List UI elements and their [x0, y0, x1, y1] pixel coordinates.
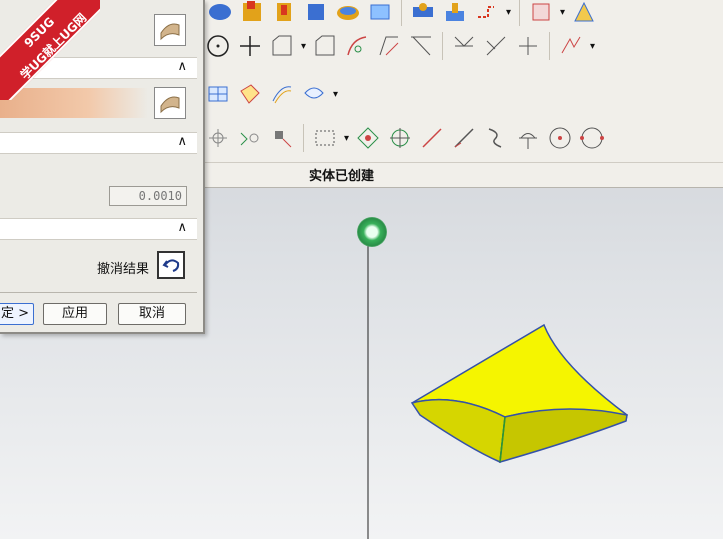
pattern-icon[interactable] [408, 0, 438, 27]
undo-result-label: 撤消结果 [97, 262, 150, 277]
selection-box-icon[interactable] [310, 123, 340, 153]
tangent-icon[interactable] [513, 123, 543, 153]
status-bar: 实体已创建 [203, 162, 723, 187]
chevron-down-icon[interactable]: ▾ [344, 133, 349, 144]
datum-icon[interactable] [440, 0, 470, 27]
chevron-down-icon[interactable]: ▾ [506, 7, 511, 18]
toolbar-row-surface: ▾ [203, 74, 340, 114]
section-header-3[interactable]: ∧ [0, 218, 197, 240]
extend-icon[interactable] [374, 31, 404, 61]
line-icon[interactable] [417, 123, 447, 153]
mirror-icon[interactable] [513, 31, 543, 61]
point-icon[interactable] [235, 31, 265, 61]
rotate-handle[interactable] [357, 217, 387, 247]
face-select-button-2[interactable] [154, 87, 186, 119]
cancel-button[interactable]: 取消 [118, 303, 186, 325]
circle-points-icon[interactable] [577, 123, 607, 153]
circle-center-icon[interactable] [545, 123, 575, 153]
snap-grid-icon[interactable] [267, 123, 297, 153]
chevron-up-icon[interactable]: ∧ [177, 134, 187, 149]
toolbar-area: ▾ ▾ ▾ ▾ ▾ ▾ [203, 0, 723, 188]
toolbar-row-curve: ▾ [203, 118, 607, 158]
corner-icon[interactable] [406, 31, 436, 61]
offset-icon[interactable] [472, 0, 502, 27]
point-constructor-icon[interactable] [385, 123, 415, 153]
tolerance-input[interactable]: 0.0010 [109, 186, 187, 206]
solid-body[interactable] [410, 323, 628, 464]
block-icon[interactable] [237, 0, 267, 27]
status-message: 实体已创建 [309, 169, 375, 184]
cylinder-icon[interactable] [269, 0, 299, 27]
through-curves-icon[interactable] [299, 79, 329, 109]
point-set-icon[interactable] [353, 123, 383, 153]
trim-icon[interactable] [342, 31, 372, 61]
view-orient-icon[interactable] [526, 0, 556, 27]
feature-dialog: ∧ ∧ 0.0010 ∧ 撤消结果 定 > 应用 取消 9SUG 学UG就上UG… [0, 0, 205, 334]
quick-trim-icon[interactable] [556, 31, 586, 61]
apply-button[interactable]: 应用 [43, 303, 107, 325]
fillet-icon[interactable] [267, 31, 297, 61]
line-angle-icon[interactable] [449, 123, 479, 153]
snap-point-icon[interactable] [203, 123, 233, 153]
section-header-2[interactable]: ∧ [0, 132, 197, 154]
arc-icon[interactable] [481, 123, 511, 153]
swept-surface-icon[interactable] [235, 79, 265, 109]
toolbar-row-sketch: ▾ ▾ [203, 26, 597, 66]
constraint-icon[interactable] [481, 31, 511, 61]
chevron-down-icon[interactable]: ▾ [301, 41, 306, 52]
circle-icon[interactable] [203, 31, 233, 61]
chevron-down-icon[interactable]: ▾ [590, 41, 595, 52]
render-style-icon[interactable] [569, 0, 599, 27]
torus-icon[interactable] [333, 0, 363, 27]
ok-button[interactable]: 定 > [0, 303, 34, 325]
ruled-surface-icon[interactable] [267, 79, 297, 109]
chevron-up-icon[interactable]: ∧ [177, 220, 187, 235]
chevron-up-icon[interactable]: ∧ [177, 59, 187, 74]
undo-result-button[interactable] [157, 251, 185, 279]
watermark-badge: 9SUG 学UG就上UG网 [0, 0, 100, 100]
dimension-icon[interactable] [449, 31, 479, 61]
chevron-down-icon[interactable]: ▾ [560, 7, 565, 18]
blend-icon[interactable] [365, 0, 395, 27]
chevron-down-icon[interactable]: ▾ [333, 89, 338, 100]
chamfer-icon[interactable] [310, 31, 340, 61]
snap-control-icon[interactable] [235, 123, 265, 153]
undo-icon [162, 259, 180, 272]
sphere-icon[interactable] [205, 0, 235, 27]
cone-icon[interactable] [301, 0, 331, 27]
surface-mesh-icon[interactable] [203, 79, 233, 109]
face-select-button[interactable] [154, 14, 186, 46]
